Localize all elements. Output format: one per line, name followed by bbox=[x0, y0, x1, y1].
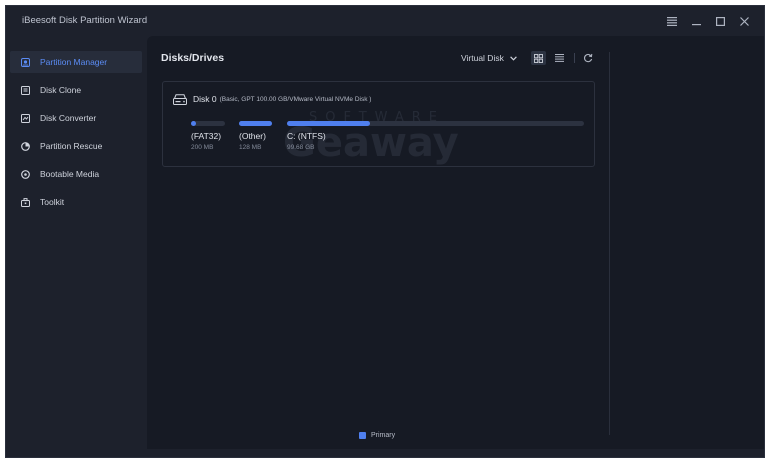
legend: Primary bbox=[359, 432, 395, 439]
partition-bar-fill bbox=[287, 121, 371, 126]
chevron-down-icon bbox=[509, 53, 517, 63]
partition-manager-icon bbox=[20, 57, 30, 67]
toolbar-divider bbox=[574, 53, 575, 63]
disk-header: Disk 0 (Basic, GPT 100.00 GB/VMware Virt… bbox=[173, 93, 371, 105]
partition-size: 99.68 GB bbox=[287, 144, 315, 151]
disk-card[interactable]: SOFTWARE Geaway Disk 0 (Basic, GPT 100.0… bbox=[162, 81, 595, 167]
hamburger-icon[interactable] bbox=[662, 13, 682, 29]
sidebar-item-label: Disk Converter bbox=[40, 113, 97, 123]
virtual-disk-dropdown[interactable]: Virtual Disk bbox=[461, 53, 517, 63]
window-controls bbox=[662, 13, 754, 29]
minimize-icon[interactable] bbox=[686, 13, 706, 29]
sidebar-item-disk-clone[interactable]: Disk Clone bbox=[10, 79, 142, 101]
virtual-disk-label: Virtual Disk bbox=[461, 53, 504, 63]
legend-swatch bbox=[359, 432, 366, 439]
maximize-icon[interactable] bbox=[710, 13, 730, 29]
app-title: iBeesoft Disk Partition Wizard bbox=[22, 15, 148, 26]
partition-bar[interactable] bbox=[239, 121, 272, 126]
disk-converter-icon bbox=[20, 113, 30, 123]
sidebar-item-toolkit[interactable]: Toolkit bbox=[10, 191, 142, 213]
legend-label: Primary bbox=[371, 432, 396, 439]
list-view-icon[interactable] bbox=[552, 51, 567, 65]
partition-name: (FAT32) bbox=[191, 131, 222, 141]
app-window: iBeesoft Disk Partition Wizard Partition… bbox=[5, 5, 765, 458]
panel-divider bbox=[609, 52, 610, 435]
sidebar: Partition Manager Disk Clone Disk Conver… bbox=[6, 46, 146, 457]
page-title: Disks/Drives bbox=[161, 52, 225, 64]
partition-rescue-icon bbox=[20, 141, 30, 151]
partition-bar[interactable] bbox=[287, 121, 584, 126]
sidebar-item-disk-converter[interactable]: Disk Converter bbox=[10, 107, 142, 129]
sidebar-item-partition-manager[interactable]: Partition Manager bbox=[10, 51, 142, 73]
disk-clone-icon bbox=[20, 85, 30, 95]
grid-view-icon[interactable] bbox=[531, 51, 546, 65]
partition-name: (Other) bbox=[239, 131, 266, 141]
title-bar: iBeesoft Disk Partition Wizard bbox=[6, 6, 764, 36]
sidebar-item-label: Toolkit bbox=[40, 197, 65, 207]
partition-name: C: (NTFS) bbox=[287, 131, 326, 141]
hard-disk-icon bbox=[173, 93, 187, 105]
toolkit-icon bbox=[20, 197, 30, 207]
disk-name: Disk 0 bbox=[193, 94, 217, 104]
sidebar-item-bootable-media[interactable]: Bootable Media bbox=[10, 163, 142, 185]
partition-bar-fill bbox=[191, 121, 197, 126]
close-icon[interactable] bbox=[734, 13, 754, 29]
main-panel: Disks/Drives Virtual Disk SOFTWARE Geawa… bbox=[147, 36, 764, 449]
disk-info: (Basic, GPT 100.00 GB/VMware Virtual NVM… bbox=[219, 95, 372, 103]
partition-bar[interactable] bbox=[191, 121, 225, 126]
sidebar-item-label: Partition Rescue bbox=[40, 141, 103, 151]
bootable-media-icon bbox=[20, 169, 30, 179]
refresh-icon[interactable] bbox=[581, 51, 595, 65]
sidebar-item-label: Bootable Media bbox=[40, 169, 100, 179]
partition-size: 200 MB bbox=[191, 144, 214, 151]
sidebar-item-label: Partition Manager bbox=[40, 57, 108, 67]
partition-size: 128 MB bbox=[239, 144, 262, 151]
sidebar-item-partition-rescue[interactable]: Partition Rescue bbox=[10, 135, 142, 157]
sidebar-item-label: Disk Clone bbox=[40, 85, 82, 95]
partition-bar-fill bbox=[239, 121, 272, 126]
